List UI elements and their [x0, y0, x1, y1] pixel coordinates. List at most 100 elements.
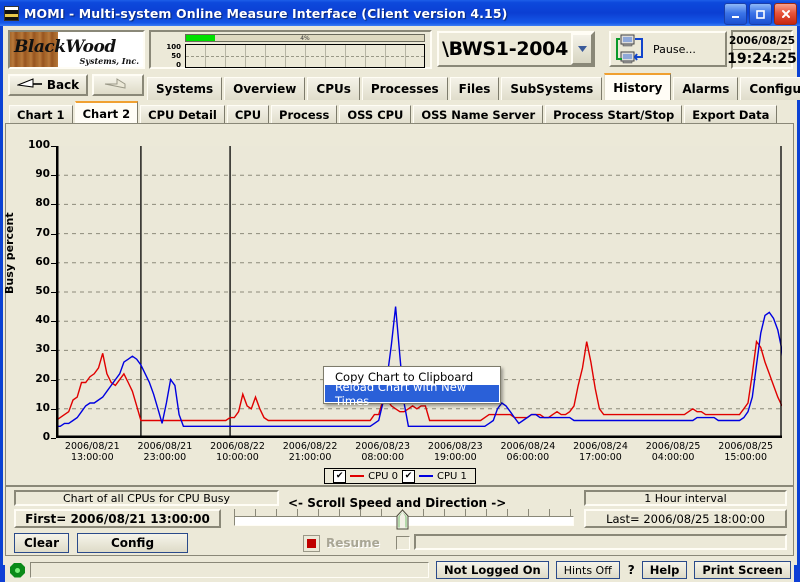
- tab-label: Configure: [749, 82, 800, 96]
- y-tick-label: 100: [28, 139, 50, 151]
- subtab-label: CPU: [234, 108, 262, 122]
- tab-overview[interactable]: Overview: [224, 77, 306, 100]
- subtab-oss-name-server[interactable]: OSS Name Server: [413, 105, 544, 124]
- tab-files[interactable]: Files: [449, 77, 500, 100]
- hints-toggle-button[interactable]: Hints Off: [555, 561, 620, 579]
- pause-button[interactable]: Pause...: [609, 31, 727, 67]
- x-tick-label: 2006/08/24 06:00:00: [500, 441, 556, 463]
- pause-label: Pause...: [653, 42, 696, 56]
- tab-label: History: [613, 80, 663, 95]
- sub-tab-bar: Chart 1 Chart 2 CPU Detail CPU Process O…: [3, 100, 797, 124]
- meter-axis-0: 0: [176, 61, 181, 69]
- subtab-process-start-stop[interactable]: Process Start/Stop: [545, 105, 683, 124]
- print-screen-button[interactable]: Print Screen: [694, 561, 791, 579]
- y-tick-label: 80: [35, 197, 50, 210]
- clock-time: 19:24:25: [727, 50, 797, 67]
- cpu-meter-plot: [185, 44, 425, 68]
- cpu-meter-panel: 4% 100 50 0: [149, 30, 432, 69]
- tab-processes[interactable]: Processes: [361, 77, 448, 100]
- chart-panel: Busy percent 0 10 20 30 40 50 60 70 80 90 100 2006…: [3, 123, 794, 486]
- subtab-chart-2[interactable]: Chart 2: [74, 101, 139, 124]
- y-tick-label: 70: [35, 226, 50, 239]
- x-tick-label: 2006/08/24 17:00:00: [573, 441, 628, 463]
- status-message-field: [30, 562, 429, 578]
- y-tick-label: 40: [35, 314, 50, 327]
- subtab-label: OSS CPU: [347, 108, 404, 122]
- x-tick-label: 2006/08/23 19:00:00: [427, 441, 483, 463]
- config-button[interactable]: Config: [77, 533, 188, 553]
- subtab-cpu[interactable]: CPU: [226, 105, 270, 124]
- system-selector[interactable]: \BWS1-2004: [437, 31, 595, 67]
- tab-label: Files: [458, 82, 491, 96]
- legend-checkbox-cpu-1[interactable]: ✔: [402, 469, 415, 483]
- meter-axis-100: 100: [166, 43, 181, 51]
- help-button[interactable]: Help: [641, 561, 688, 579]
- clock-date: 2006/08/25: [729, 32, 795, 50]
- tab-subsystems[interactable]: SubSystems: [501, 77, 603, 100]
- y-axis-label: Busy percent: [3, 212, 16, 294]
- cpu-meter-bar: 4%: [185, 34, 425, 42]
- subtab-label: Process Start/Stop: [553, 108, 675, 122]
- chevron-down-icon[interactable]: [571, 33, 593, 65]
- meter-axis-50: 50: [171, 52, 181, 60]
- cpu-meter-label: 4%: [300, 35, 310, 42]
- tab-label: CPUs: [316, 82, 351, 96]
- x-tick-label: 2006/08/22 21:00:00: [282, 441, 338, 463]
- resume-checkbox[interactable]: [396, 536, 410, 550]
- tab-configure[interactable]: Configure: [740, 77, 800, 100]
- subtab-process[interactable]: Process: [271, 105, 338, 124]
- last-time-field[interactable]: Last= 2006/08/25 18:00:00: [584, 509, 787, 528]
- subtab-oss-cpu[interactable]: OSS CPU: [339, 105, 412, 124]
- tab-label: Overview: [233, 82, 297, 96]
- not-logged-on-button[interactable]: Not Logged On: [436, 561, 549, 579]
- tab-cpus[interactable]: CPUs: [307, 77, 360, 100]
- x-tick-label: 2006/08/25 15:00:00: [718, 441, 774, 463]
- subtab-label: CPU Detail: [148, 108, 217, 122]
- subtab-chart-1[interactable]: Chart 1: [9, 105, 73, 124]
- tab-label: Alarms: [682, 82, 730, 96]
- legend-checkbox-cpu-0[interactable]: ✔: [333, 469, 347, 483]
- x-tick-label: 2006/08/23 08:00:00: [355, 441, 411, 463]
- close-button[interactable]: [774, 3, 797, 25]
- back-button[interactable]: Back: [8, 74, 88, 96]
- clock-panel: 2006/08/25 19:24:25: [727, 30, 797, 69]
- minimize-button[interactable]: [724, 3, 747, 25]
- logo-text: BlackWood: [14, 37, 116, 57]
- resume-label: Resume: [326, 536, 380, 550]
- y-tick-label: 50: [35, 285, 50, 297]
- tab-systems[interactable]: Systems: [147, 77, 223, 100]
- tab-history[interactable]: History: [604, 73, 672, 100]
- two-computers-refresh-icon: [615, 33, 649, 65]
- forward-button[interactable]: [92, 74, 144, 96]
- y-tick-label: 10: [35, 401, 50, 414]
- back-label: Back: [46, 78, 80, 92]
- chart-legend: ✔ CPU 0 ✔ CPU 1: [324, 468, 476, 484]
- scroll-speed-slider[interactable]: [234, 509, 574, 530]
- slider-thumb[interactable]: [396, 509, 409, 530]
- subtab-export-data[interactable]: Export Data: [684, 105, 778, 124]
- tab-label: SubSystems: [510, 82, 594, 96]
- tab-alarms[interactable]: Alarms: [673, 77, 739, 100]
- system-name: \BWS1-2004: [441, 38, 568, 60]
- question-mark-icon[interactable]: ?: [628, 563, 635, 577]
- subtab-cpu-detail[interactable]: CPU Detail: [140, 105, 225, 124]
- chart-context-menu[interactable]: Copy Chart to Clipboard Reload Chart wit…: [323, 366, 501, 408]
- legend-label-cpu-0: CPU 0: [368, 470, 398, 482]
- window-title: MOMI - Multi-system Online Measure Inter…: [24, 5, 508, 21]
- context-menu-item-reload-chart[interactable]: Reload Chart with New Times: [325, 380, 499, 408]
- clear-button[interactable]: Clear: [14, 533, 69, 553]
- nav-row: Back Systems Overview CPUs Processes Fil…: [3, 72, 800, 100]
- stop-square-icon: [303, 534, 320, 552]
- legend-line-cpu-0: [350, 475, 365, 477]
- company-logo: BlackWood Systems, Inc.: [8, 30, 145, 69]
- main-tab-bar: Systems Overview CPUs Processes Files Su…: [147, 72, 800, 100]
- y-tick-label: 90: [35, 168, 50, 181]
- title-bar: MOMI - Multi-system Online Measure Inter…: [0, 0, 800, 26]
- subtab-label: Chart 1: [17, 108, 65, 122]
- chart-description-field: Chart of all CPUs for CPU Busy: [14, 490, 279, 506]
- logo-subtext: Systems, Inc.: [79, 56, 139, 66]
- maximize-button[interactable]: [749, 3, 772, 25]
- first-time-field[interactable]: First= 2006/08/21 13:00:00: [14, 509, 221, 528]
- tab-label: Systems: [156, 82, 214, 96]
- subtab-label: Chart 2: [82, 106, 131, 121]
